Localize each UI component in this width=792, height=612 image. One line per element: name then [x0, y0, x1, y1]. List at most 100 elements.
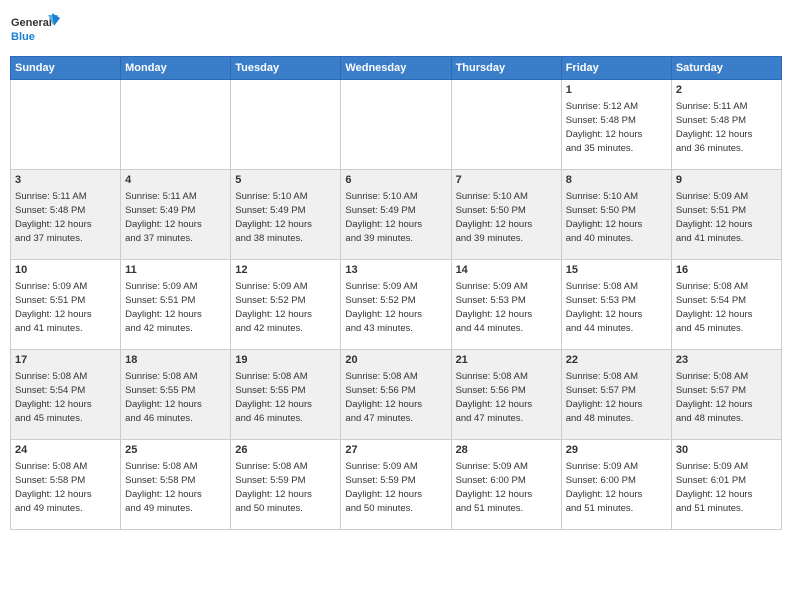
day-info: Sunrise: 5:08 AMSunset: 5:57 PMDaylight:… — [566, 370, 667, 425]
calendar-cell: 9 Sunrise: 5:09 AMSunset: 5:51 PMDaylight… — [671, 170, 781, 260]
day-number: 27 — [345, 443, 446, 458]
calendar-cell: 1 Sunrise: 5:12 AMSunset: 5:48 PMDaylight… — [561, 80, 671, 170]
day-info: Sunrise: 5:11 AMSunset: 5:48 PMDaylight:… — [15, 190, 116, 245]
calendar-week-row: 17Sunrise: 5:08 AMSunset: 5:54 PMDayligh… — [11, 350, 782, 440]
day-number: 23 — [676, 353, 777, 368]
calendar-cell: 18 Sunrise: 5:08 AMSunset: 5:55 PMDayligh… — [121, 350, 231, 440]
calendar-cell: 6 Sunrise: 5:10 AMSunset: 5:49 PMDaylight… — [341, 170, 451, 260]
calendar-cell — [121, 80, 231, 170]
day-info: Sunrise: 5:08 AMSunset: 5:55 PMDaylight:… — [125, 370, 226, 425]
day-number: 4 — [125, 173, 226, 188]
svg-text:General: General — [11, 17, 52, 29]
calendar-cell: 21 Sunrise: 5:08 AMSunset: 5:56 PMDayligh… — [451, 350, 561, 440]
day-number: 22 — [566, 353, 667, 368]
day-info: Sunrise: 5:11 AMSunset: 5:49 PMDaylight:… — [125, 190, 226, 245]
day-number: 2 — [676, 83, 777, 98]
day-info: Sunrise: 5:08 AMSunset: 5:58 PMDaylight:… — [125, 460, 226, 515]
day-info: Sunrise: 5:10 AMSunset: 5:49 PMDaylight:… — [345, 190, 446, 245]
weekday-header: Monday — [121, 57, 231, 80]
day-number: 24 — [15, 443, 116, 458]
day-info: Sunrise: 5:09 AMSunset: 6:00 PMDaylight:… — [566, 460, 667, 515]
weekday-header: Wednesday — [341, 57, 451, 80]
calendar-cell: 14 Sunrise: 5:09 AMSunset: 5:53 PMDayligh… — [451, 260, 561, 350]
day-number: 7 — [456, 173, 557, 188]
calendar-cell: 16Sunrise: 5:08 AMSunset: 5:54 PMDayligh… — [671, 260, 781, 350]
calendar-cell: 7 Sunrise: 5:10 AMSunset: 5:50 PMDaylight… — [451, 170, 561, 260]
day-number: 25 — [125, 443, 226, 458]
day-number: 19 — [235, 353, 336, 368]
day-info: Sunrise: 5:09 AMSunset: 5:51 PMDaylight:… — [676, 190, 777, 245]
calendar-table: SundayMondayTuesdayWednesdayThursdayFrid… — [10, 56, 782, 530]
day-number: 12 — [235, 263, 336, 278]
calendar-cell: 26Sunrise: 5:08 AMSunset: 5:59 PMDayligh… — [231, 440, 341, 530]
day-number: 18 — [125, 353, 226, 368]
weekday-header: Saturday — [671, 57, 781, 80]
day-info: Sunrise: 5:08 AMSunset: 5:55 PMDaylight:… — [235, 370, 336, 425]
page-header: General Blue — [10, 10, 782, 50]
calendar-cell — [231, 80, 341, 170]
weekday-header: Sunday — [11, 57, 121, 80]
day-number: 6 — [345, 173, 446, 188]
weekday-header: Friday — [561, 57, 671, 80]
day-info: Sunrise: 5:09 AMSunset: 5:53 PMDaylight:… — [456, 280, 557, 335]
day-info: Sunrise: 5:09 AMSunset: 5:59 PMDaylight:… — [345, 460, 446, 515]
day-info: Sunrise: 5:10 AMSunset: 5:50 PMDaylight:… — [456, 190, 557, 245]
calendar-cell: 25 Sunrise: 5:08 AMSunset: 5:58 PMDayligh… — [121, 440, 231, 530]
day-info: Sunrise: 5:09 AMSunset: 5:52 PMDaylight:… — [345, 280, 446, 335]
calendar-cell: 28 Sunrise: 5:09 AMSunset: 6:00 PMDayligh… — [451, 440, 561, 530]
calendar-cell: 8 Sunrise: 5:10 AMSunset: 5:50 PMDaylight… — [561, 170, 671, 260]
day-info: Sunrise: 5:09 AMSunset: 6:00 PMDaylight:… — [456, 460, 557, 515]
day-info: Sunrise: 5:08 AMSunset: 5:53 PMDaylight:… — [566, 280, 667, 335]
day-info: Sunrise: 5:08 AMSunset: 5:54 PMDaylight:… — [15, 370, 116, 425]
calendar-cell: 13 Sunrise: 5:09 AMSunset: 5:52 PMDayligh… — [341, 260, 451, 350]
day-number: 5 — [235, 173, 336, 188]
calendar-cell: 5Sunrise: 5:10 AMSunset: 5:49 PMDaylight… — [231, 170, 341, 260]
calendar-cell: 30 Sunrise: 5:09 AMSunset: 6:01 PMDayligh… — [671, 440, 781, 530]
day-number: 20 — [345, 353, 446, 368]
calendar-cell: 19 Sunrise: 5:08 AMSunset: 5:55 PMDayligh… — [231, 350, 341, 440]
calendar-week-row: 24 Sunrise: 5:08 AMSunset: 5:58 PMDayligh… — [11, 440, 782, 530]
day-number: 13 — [345, 263, 446, 278]
calendar-cell: 15Sunrise: 5:08 AMSunset: 5:53 PMDayligh… — [561, 260, 671, 350]
calendar-cell: 29 Sunrise: 5:09 AMSunset: 6:00 PMDayligh… — [561, 440, 671, 530]
logo-svg: General Blue — [10, 10, 60, 50]
day-number: 14 — [456, 263, 557, 278]
calendar-cell: 23 Sunrise: 5:08 AMSunset: 5:57 PMDayligh… — [671, 350, 781, 440]
calendar-week-row: 1 Sunrise: 5:12 AMSunset: 5:48 PMDaylight… — [11, 80, 782, 170]
day-number: 28 — [456, 443, 557, 458]
day-number: 30 — [676, 443, 777, 458]
day-info: Sunrise: 5:09 AMSunset: 5:52 PMDaylight:… — [235, 280, 336, 335]
calendar-cell: 22 Sunrise: 5:08 AMSunset: 5:57 PMDayligh… — [561, 350, 671, 440]
day-info: Sunrise: 5:12 AMSunset: 5:48 PMDaylight:… — [566, 100, 667, 155]
day-info: Sunrise: 5:08 AMSunset: 5:56 PMDaylight:… — [345, 370, 446, 425]
day-number: 29 — [566, 443, 667, 458]
day-number: 16 — [676, 263, 777, 278]
svg-text:Blue: Blue — [11, 31, 35, 43]
day-info: Sunrise: 5:08 AMSunset: 5:56 PMDaylight:… — [456, 370, 557, 425]
calendar-week-row: 3 Sunrise: 5:11 AMSunset: 5:48 PMDaylight… — [11, 170, 782, 260]
day-info: Sunrise: 5:08 AMSunset: 5:58 PMDaylight:… — [15, 460, 116, 515]
calendar-cell: 27 Sunrise: 5:09 AMSunset: 5:59 PMDayligh… — [341, 440, 451, 530]
calendar-cell: 10Sunrise: 5:09 AMSunset: 5:51 PMDayligh… — [11, 260, 121, 350]
weekday-header: Tuesday — [231, 57, 341, 80]
day-number: 3 — [15, 173, 116, 188]
day-info: Sunrise: 5:11 AMSunset: 5:48 PMDaylight:… — [676, 100, 777, 155]
weekday-header: Thursday — [451, 57, 561, 80]
calendar-cell: 2 Sunrise: 5:11 AMSunset: 5:48 PMDaylight… — [671, 80, 781, 170]
day-info: Sunrise: 5:08 AMSunset: 5:57 PMDaylight:… — [676, 370, 777, 425]
day-number: 1 — [566, 83, 667, 98]
calendar-cell: 17Sunrise: 5:08 AMSunset: 5:54 PMDayligh… — [11, 350, 121, 440]
day-number: 8 — [566, 173, 667, 188]
calendar-cell — [451, 80, 561, 170]
day-info: Sunrise: 5:08 AMSunset: 5:59 PMDaylight:… — [235, 460, 336, 515]
calendar-cell — [11, 80, 121, 170]
calendar-cell: 24 Sunrise: 5:08 AMSunset: 5:58 PMDayligh… — [11, 440, 121, 530]
day-info: Sunrise: 5:09 AMSunset: 6:01 PMDaylight:… — [676, 460, 777, 515]
calendar-cell: 3 Sunrise: 5:11 AMSunset: 5:48 PMDaylight… — [11, 170, 121, 260]
calendar-cell: 11Sunrise: 5:09 AMSunset: 5:51 PMDayligh… — [121, 260, 231, 350]
day-number: 21 — [456, 353, 557, 368]
day-number: 9 — [676, 173, 777, 188]
calendar-header-row: SundayMondayTuesdayWednesdayThursdayFrid… — [11, 57, 782, 80]
day-info: Sunrise: 5:09 AMSunset: 5:51 PMDaylight:… — [15, 280, 116, 335]
day-info: Sunrise: 5:10 AMSunset: 5:50 PMDaylight:… — [566, 190, 667, 245]
